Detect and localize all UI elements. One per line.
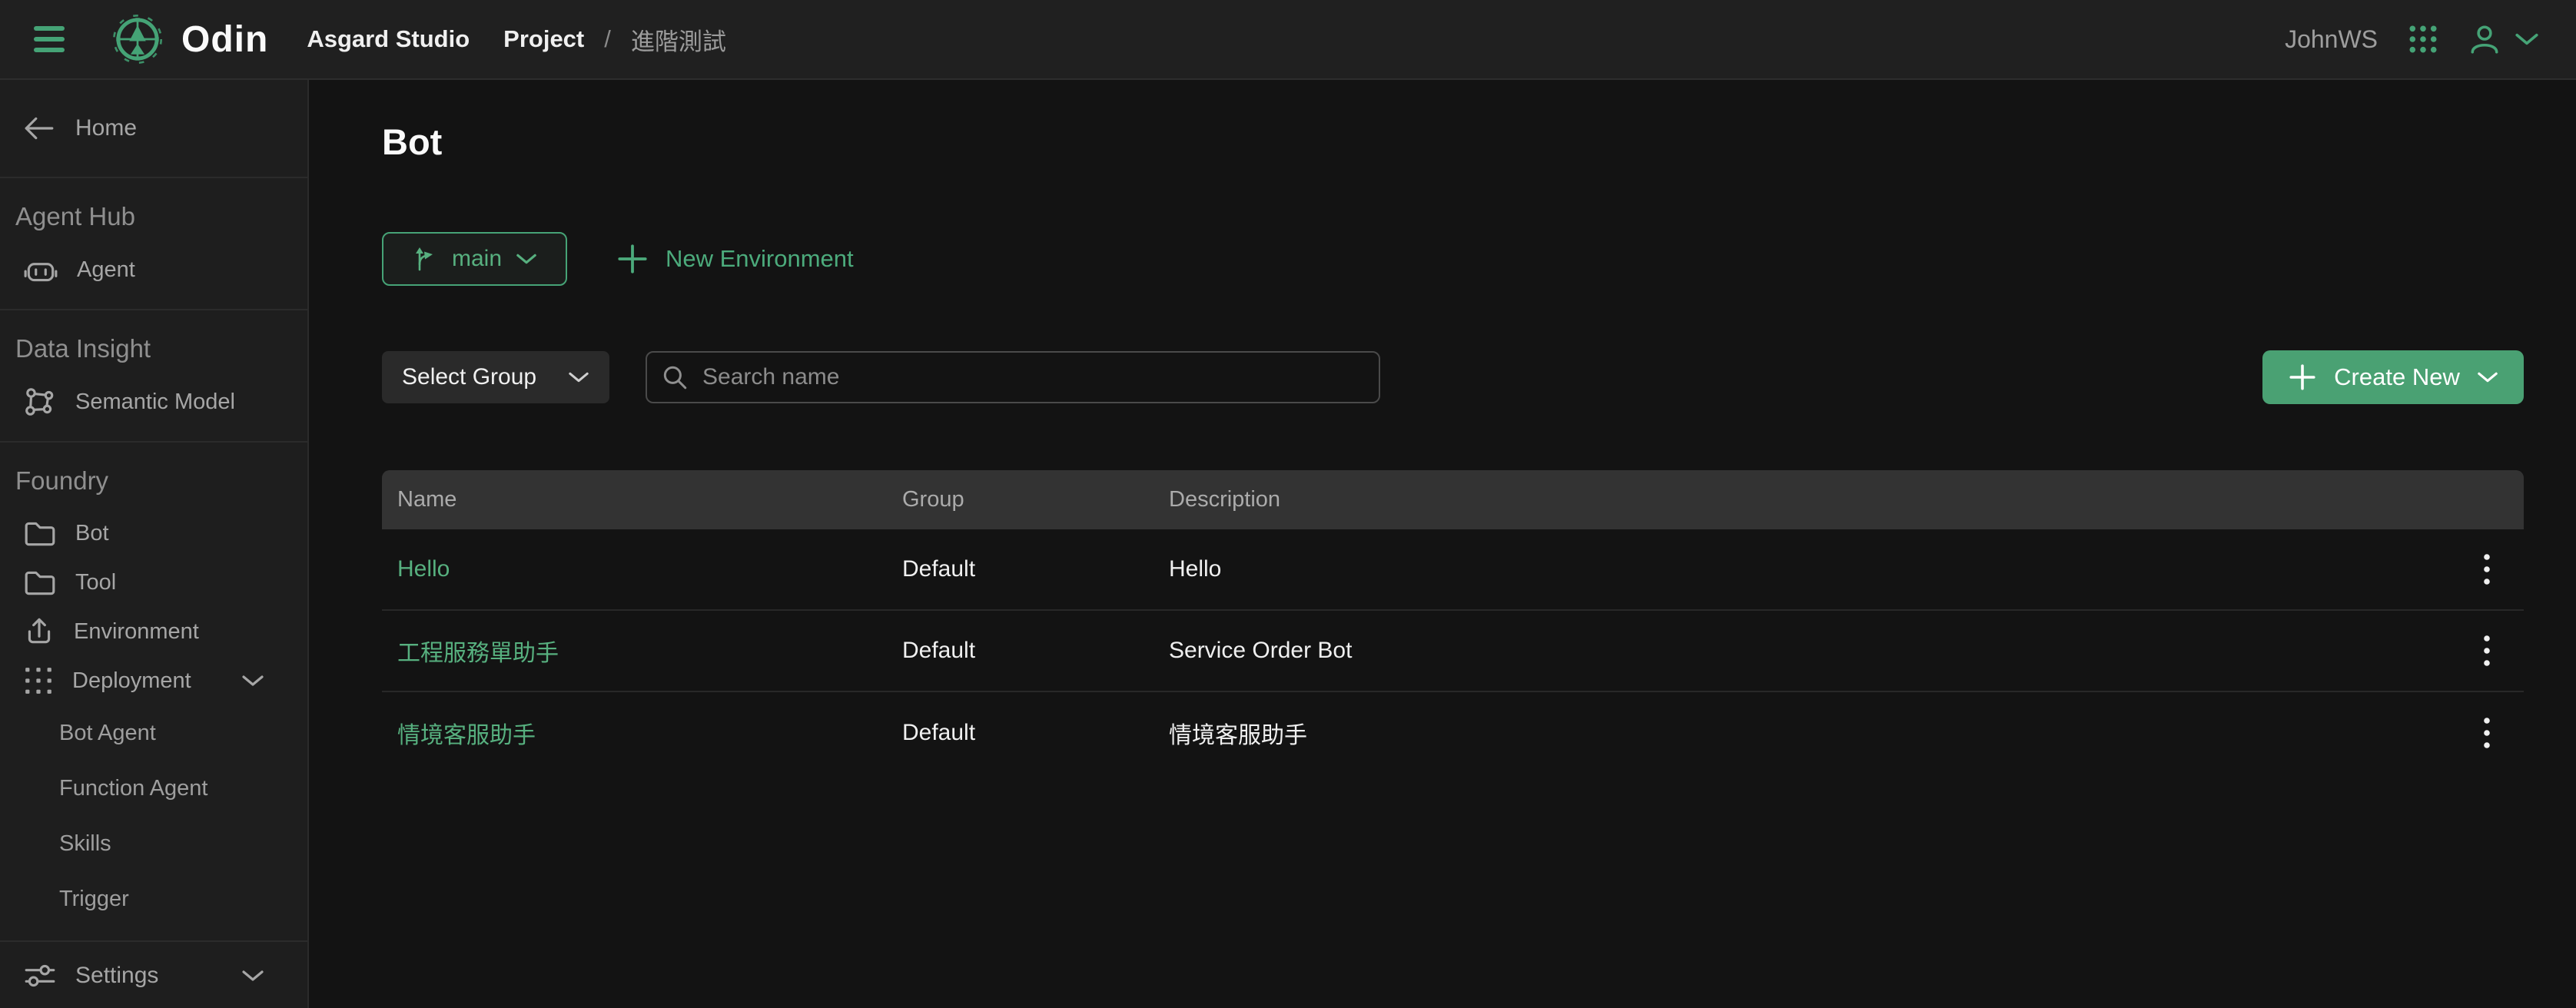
sidebar-settings-label: Settings (75, 963, 158, 989)
row-menu-kebab-icon[interactable] (2465, 711, 2508, 754)
column-header-group: Group (902, 487, 1169, 512)
table-row: 工程服務單助手 Default Service Order Bot (382, 611, 2524, 692)
sidebar-subitem-function-agent[interactable]: Function Agent (0, 761, 307, 816)
create-new-label: Create New (2334, 363, 2460, 391)
graph-icon (23, 385, 57, 419)
create-new-button[interactable]: Create New (2262, 350, 2524, 404)
bot-table: Name Group Description Hello Default Hel… (382, 470, 2524, 774)
main-content: Bot main (309, 80, 2576, 1008)
row-menu-kebab-icon[interactable] (2465, 629, 2508, 672)
bot-name-link[interactable]: 情境客服助手 (382, 716, 902, 750)
bot-group: Default (902, 556, 1169, 582)
breadcrumb-project[interactable]: Project (503, 25, 584, 53)
bot-name-link[interactable]: Hello (382, 556, 902, 582)
bot-group: Default (902, 720, 1169, 746)
user-icon[interactable] (2468, 23, 2501, 55)
sidebar-item-label: Agent (77, 257, 135, 283)
bot-description: Service Order Bot (1169, 638, 2450, 664)
menu-icon[interactable] (34, 26, 65, 52)
column-header-name: Name (382, 487, 902, 512)
chevron-down-icon[interactable] (2515, 32, 2539, 47)
arrow-left-icon (23, 115, 55, 141)
branch-selector[interactable]: main (382, 232, 567, 286)
new-environment-label: New Environment (666, 245, 854, 273)
search-box (646, 351, 1380, 403)
table-row: Hello Default Hello (382, 529, 2524, 611)
group-filter-select[interactable]: Select Group (382, 351, 609, 403)
sidebar-item-label: Environment (74, 619, 199, 645)
folder-icon (23, 519, 57, 548)
brand-name[interactable]: Odin (181, 18, 268, 61)
chevron-down-icon (241, 969, 264, 983)
bot-description: Hello (1169, 556, 2450, 582)
folder-icon (23, 568, 57, 597)
sidebar-subitem-skills[interactable]: Skills (0, 816, 307, 871)
table-row: 情境客服助手 Default 情境客服助手 (382, 692, 2524, 774)
sidebar-item-semantic-model[interactable]: Semantic Model (0, 376, 307, 427)
controls-row: Select Group Create New (382, 350, 2524, 404)
top-navbar: Odin Asgard Studio Project / 進階測試 JohnWS (0, 0, 2576, 80)
group-filter-label: Select Group (402, 364, 553, 390)
sidebar-item-label: Deployment (72, 668, 191, 694)
compass-logo-icon[interactable] (112, 14, 163, 65)
bot-name-link[interactable]: 工程服務單助手 (382, 634, 902, 668)
search-icon (661, 363, 689, 391)
navbar-left: Odin Asgard Studio Project / 進階測試 (34, 14, 726, 65)
upload-icon (23, 615, 55, 648)
sidebar-section-foundry: Foundry Bot Tool (0, 443, 307, 942)
sidebar-item-environment[interactable]: Environment (0, 607, 307, 656)
sidebar-subitem-bot-agent[interactable]: Bot Agent (0, 705, 307, 761)
sidebar-section-agent-hub: Agent Hub Agent (0, 178, 307, 310)
row-menu-kebab-icon[interactable] (2465, 548, 2508, 591)
chevron-down-icon (241, 674, 264, 688)
sidebar-item-tool[interactable]: Tool (0, 558, 307, 607)
plus-icon (2288, 363, 2317, 392)
grid-dots-icon (23, 665, 54, 696)
sliders-icon (23, 961, 57, 990)
user-name[interactable]: JohnWS (2285, 25, 2378, 54)
chevron-down-icon (568, 370, 589, 384)
page-title: Bot (382, 120, 2524, 164)
column-header-description: Description (1169, 487, 2450, 512)
breadcrumb-project-value[interactable]: 進階測試 (631, 22, 726, 57)
plus-icon (615, 241, 650, 277)
sidebar: Home Agent Hub Agent Data Insight (0, 80, 309, 1008)
new-environment-button[interactable]: New Environment (615, 241, 854, 277)
search-input[interactable] (701, 363, 1365, 391)
sidebar-home-label: Home (75, 115, 137, 141)
section-title: Agent Hub (0, 201, 307, 232)
sidebar-item-agent[interactable]: Agent (0, 244, 307, 295)
chevron-down-icon (516, 252, 537, 266)
bot-description: 情境客服助手 (1169, 716, 2450, 750)
sidebar-item-settings[interactable]: Settings (0, 943, 307, 1008)
breadcrumb-separator: / (604, 25, 611, 53)
git-branch-icon (412, 244, 438, 274)
sidebar-section-data-insight: Data Insight Semantic Model (0, 310, 307, 443)
branch-row: main New Environment (382, 232, 2524, 286)
section-title: Foundry (0, 466, 307, 496)
navbar-right: JohnWS (2285, 23, 2539, 55)
app-name[interactable]: Asgard Studio (307, 25, 470, 53)
sidebar-item-bot[interactable]: Bot (0, 509, 307, 558)
sidebar-item-label: Tool (75, 570, 116, 595)
sidebar-item-deployment[interactable]: Deployment (0, 656, 307, 705)
apps-grid-icon[interactable] (2408, 25, 2438, 54)
sidebar-item-label: Bot (75, 521, 109, 546)
robot-icon (23, 254, 58, 286)
bot-group: Default (902, 638, 1169, 664)
sidebar-item-label: Semantic Model (75, 390, 235, 415)
sidebar-subitem-trigger[interactable]: Trigger (0, 871, 307, 927)
section-title: Data Insight (0, 333, 307, 364)
sidebar-item-home[interactable]: Home (0, 80, 307, 178)
chevron-down-icon (2477, 370, 2498, 384)
table-header-row: Name Group Description (382, 470, 2524, 529)
branch-value: main (452, 246, 502, 272)
